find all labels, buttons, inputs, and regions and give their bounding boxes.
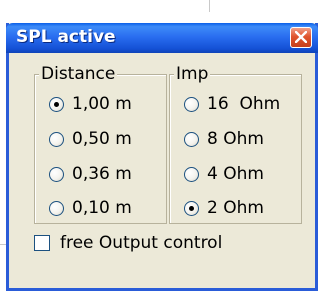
impedance-group: Imp 16 Ohm 8 Ohm 4 Ohm 2 Ohm [169,64,302,224]
distance-option-050m[interactable]: 0,50 m [49,126,132,152]
radio-label: 8 Ohm [207,129,264,149]
radio-label: 1,00 m [72,94,132,114]
radio-label: 4 Ohm [207,164,264,184]
radio-button[interactable] [184,166,199,182]
distance-option-010m[interactable]: 0,10 m [49,195,132,221]
radio-label: 16 Ohm [207,94,281,114]
distance-group: Distance 1,00 m 0,50 m 0,36 m 0,10 m [34,64,167,224]
radio-button[interactable] [49,131,64,147]
radio-button[interactable] [184,200,199,216]
radio-button[interactable] [49,200,64,216]
free-output-control[interactable]: free Output control [34,232,222,254]
free-output-checkbox[interactable] [34,235,50,251]
imp-option-4ohm[interactable]: 4 Ohm [184,161,264,187]
radio-button[interactable] [49,96,64,112]
free-output-label: free Output control [60,233,223,253]
distance-option-1m[interactable]: 1,00 m [49,91,132,117]
close-button[interactable] [290,27,312,48]
radio-label: 0,10 m [72,198,132,218]
window-title: SPL active [16,27,116,47]
radio-label: 0,36 m [72,164,132,184]
radio-button[interactable] [184,96,199,112]
distance-group-label: Distance [39,64,118,84]
imp-option-8ohm[interactable]: 8 Ohm [184,126,264,152]
background-divider-mark [209,0,210,12]
impedance-group-label: Imp [174,64,211,84]
radio-label: 0,50 m [72,129,132,149]
distance-option-036m[interactable]: 0,36 m [49,161,132,187]
radio-button[interactable] [49,166,64,182]
radio-button[interactable] [184,131,199,147]
imp-option-2ohm[interactable]: 2 Ohm [184,195,264,221]
radio-label: 2 Ohm [207,198,264,218]
imp-option-16ohm[interactable]: 16 Ohm [184,91,280,117]
title-bar[interactable]: SPL active [6,23,318,53]
